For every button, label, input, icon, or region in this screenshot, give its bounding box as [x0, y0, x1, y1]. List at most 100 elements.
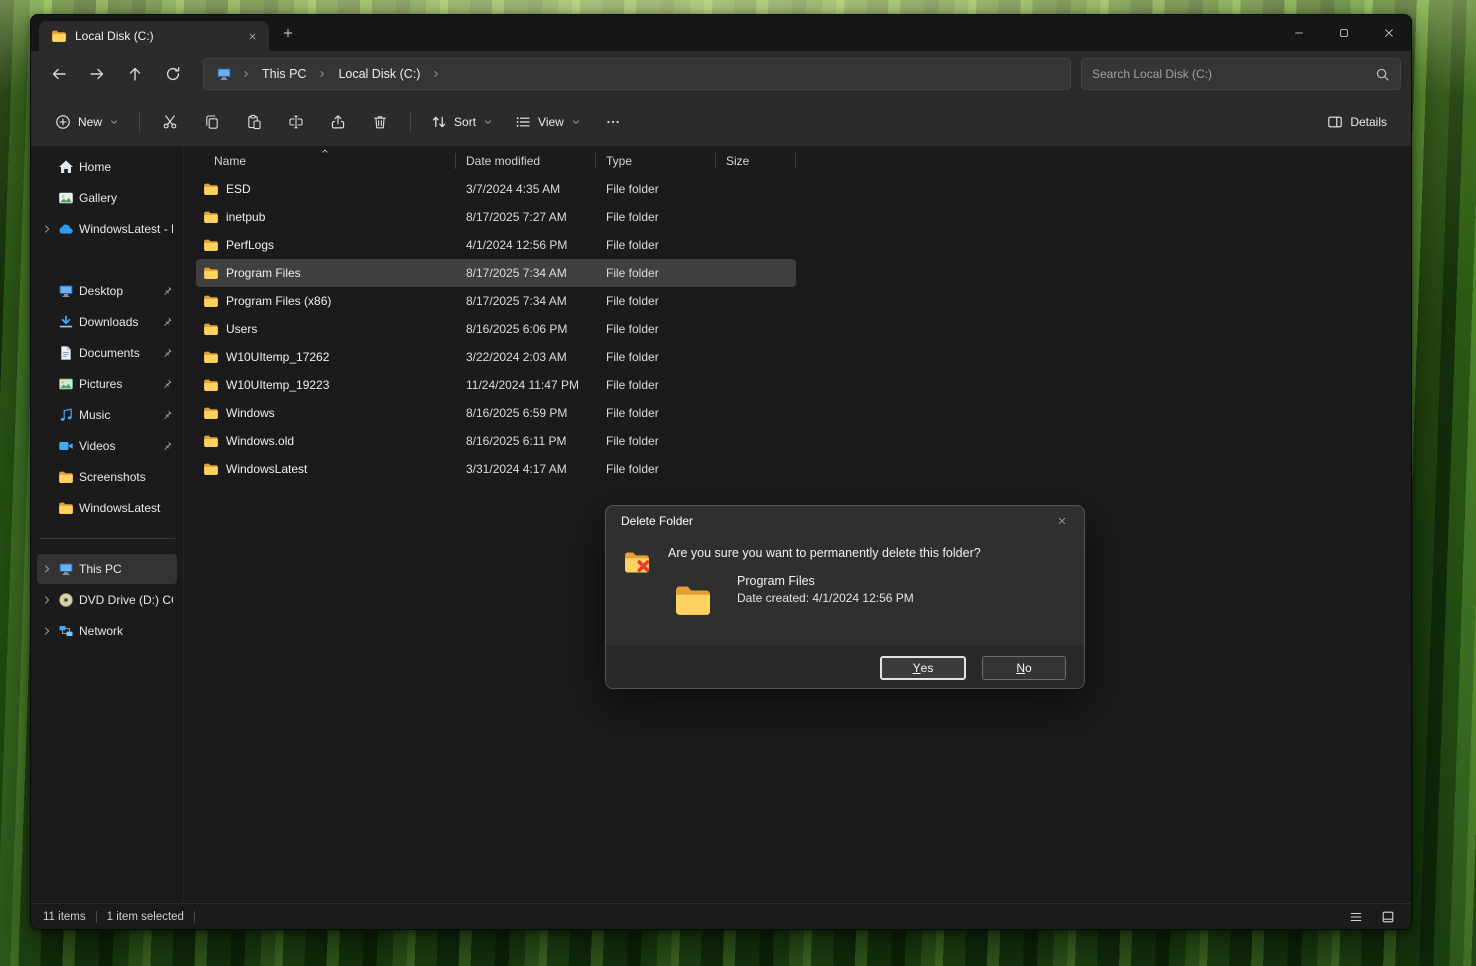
pin-icon	[161, 440, 173, 452]
desktop-icon	[58, 283, 74, 299]
chevron-spacer	[41, 285, 53, 297]
sidebar-item-documents[interactable]: Documents	[37, 338, 177, 368]
search-box[interactable]	[1081, 58, 1401, 90]
chevron-down-icon	[109, 117, 119, 127]
delete-button[interactable]	[360, 106, 400, 138]
file-type: File folder	[596, 266, 716, 280]
breadcrumb-local-disk-c[interactable]: Local Disk (C:)	[336, 67, 422, 81]
details-view-toggle[interactable]	[1345, 907, 1367, 927]
sidebar-item-windowslatest[interactable]: WindowsLatest	[37, 493, 177, 523]
chevron-spacer	[41, 440, 53, 452]
cut-icon	[162, 114, 178, 130]
breadcrumb[interactable]: This PC Local Disk (C:)	[203, 58, 1071, 90]
file-name: ESD	[226, 182, 251, 196]
title-bar: Local Disk (C:)	[31, 15, 1411, 51]
column-header-type[interactable]: Type	[596, 153, 716, 169]
dialog-close-button[interactable]	[1044, 508, 1080, 534]
file-name: PerfLogs	[226, 238, 274, 252]
no-button[interactable]: No	[982, 656, 1066, 680]
file-name: Users	[226, 322, 257, 336]
search-input[interactable]	[1092, 67, 1367, 81]
chevron-right-icon[interactable]	[41, 625, 53, 637]
table-row[interactable]: ESD 3/7/2024 4:35 AM File folder	[196, 175, 796, 203]
paste-button[interactable]	[234, 106, 274, 138]
sidebar-item-gallery[interactable]: Gallery	[37, 183, 177, 213]
chevron-spacer	[41, 409, 53, 421]
back-button[interactable]	[41, 58, 77, 90]
tab-title: Local Disk (C:)	[75, 29, 233, 43]
selection-count: 1 item selected	[107, 911, 184, 923]
file-explorer-window: Local Disk (C:) This PC Local Disk (C:)	[30, 14, 1412, 930]
file-date-modified: 8/17/2025 7:34 AM	[456, 294, 596, 308]
file-type: File folder	[596, 406, 716, 420]
up-arrow-icon	[127, 66, 143, 82]
close-button[interactable]	[1366, 15, 1411, 51]
table-row[interactable]: inetpub 8/17/2025 7:27 AM File folder	[196, 203, 796, 231]
table-row[interactable]: Users 8/16/2025 6:06 PM File folder	[196, 315, 796, 343]
folder-icon	[203, 293, 219, 309]
new-plus-icon	[55, 114, 71, 130]
sidebar-item-label: WindowsLatest	[79, 501, 173, 515]
table-row[interactable]: Program Files 8/17/2025 7:34 AM File fol…	[196, 259, 796, 287]
details-pane-button[interactable]: Details	[1317, 106, 1397, 138]
sidebar-item-windowslatest-pe[interactable]: WindowsLatest - Pe	[37, 214, 177, 244]
view-button[interactable]: View	[505, 106, 591, 138]
share-button[interactable]	[318, 106, 358, 138]
refresh-icon	[165, 66, 181, 82]
sidebar-item-network[interactable]: Network	[37, 616, 177, 646]
chevron-right-icon[interactable]	[41, 223, 53, 235]
documents-icon	[58, 345, 74, 361]
table-row[interactable]: W10UItemp_17262 3/22/2024 2:03 AM File f…	[196, 343, 796, 371]
explorer-tab[interactable]: Local Disk (C:)	[39, 21, 269, 51]
close-icon	[1057, 516, 1067, 526]
desktop-wallpaper: Local Disk (C:) This PC Local Disk (C:)	[0, 0, 1476, 966]
file-date-modified: 8/16/2025 6:06 PM	[456, 322, 596, 336]
rename-button[interactable]	[276, 106, 316, 138]
dialog-footer: Yes No	[606, 646, 1084, 688]
chevron-right-icon[interactable]	[41, 563, 53, 575]
sidebar-item-dvd-drive-d-ccc[interactable]: DVD Drive (D:) CCC	[37, 585, 177, 615]
toolbar-divider	[410, 111, 411, 133]
table-row[interactable]: PerfLogs 4/1/2024 12:56 PM File folder	[196, 231, 796, 259]
close-icon	[248, 32, 257, 41]
sidebar-divider	[39, 538, 175, 539]
sidebar-item-home[interactable]: Home	[37, 152, 177, 182]
table-row[interactable]: Windows.old 8/16/2025 6:11 PM File folde…	[196, 427, 796, 455]
sidebar-item-this-pc[interactable]: This PC	[37, 554, 177, 584]
more-options-button[interactable]	[593, 106, 633, 138]
table-row[interactable]: Program Files (x86) 8/17/2025 7:34 AM Fi…	[196, 287, 796, 315]
column-header-size[interactable]: Size	[716, 153, 796, 169]
chevron-right-icon[interactable]	[41, 594, 53, 606]
tab-close-button[interactable]	[241, 25, 263, 47]
maximize-icon	[1338, 27, 1350, 39]
sidebar-item-pictures[interactable]: Pictures	[37, 369, 177, 399]
breadcrumb-this-pc[interactable]: This PC	[260, 67, 308, 81]
sidebar-item-screenshots[interactable]: Screenshots	[37, 462, 177, 492]
minimize-button[interactable]	[1276, 15, 1321, 51]
table-row[interactable]: W10UItemp_19223 11/24/2024 11:47 PM File…	[196, 371, 796, 399]
file-date-modified: 8/17/2025 7:34 AM	[456, 266, 596, 280]
new-button[interactable]: New	[45, 106, 129, 138]
table-row[interactable]: WindowsLatest 3/31/2024 4:17 AM File fol…	[196, 455, 796, 483]
forward-button[interactable]	[79, 58, 115, 90]
copy-button[interactable]	[192, 106, 232, 138]
computer-icon	[216, 66, 232, 82]
column-header-date-modified[interactable]: Date modified	[456, 153, 596, 169]
sidebar-item-videos[interactable]: Videos	[37, 431, 177, 461]
back-arrow-icon	[51, 66, 67, 82]
cut-button[interactable]	[150, 106, 190, 138]
sort-button[interactable]: Sort	[421, 106, 503, 138]
maximize-button[interactable]	[1321, 15, 1366, 51]
new-tab-button[interactable]	[275, 20, 301, 46]
yes-button[interactable]: Yes	[880, 656, 966, 680]
sidebar-item-music[interactable]: Music	[37, 400, 177, 430]
sidebar-item-desktop[interactable]: Desktop	[37, 276, 177, 306]
up-button[interactable]	[117, 58, 153, 90]
sidebar-item-downloads[interactable]: Downloads	[37, 307, 177, 337]
refresh-button[interactable]	[155, 58, 191, 90]
table-row[interactable]: Windows 8/16/2025 6:59 PM File folder	[196, 399, 796, 427]
list-view-icon	[1349, 910, 1363, 924]
file-name: WindowsLatest	[226, 462, 307, 476]
thumbnail-view-toggle[interactable]	[1377, 907, 1399, 927]
chevron-spacer	[41, 192, 53, 204]
